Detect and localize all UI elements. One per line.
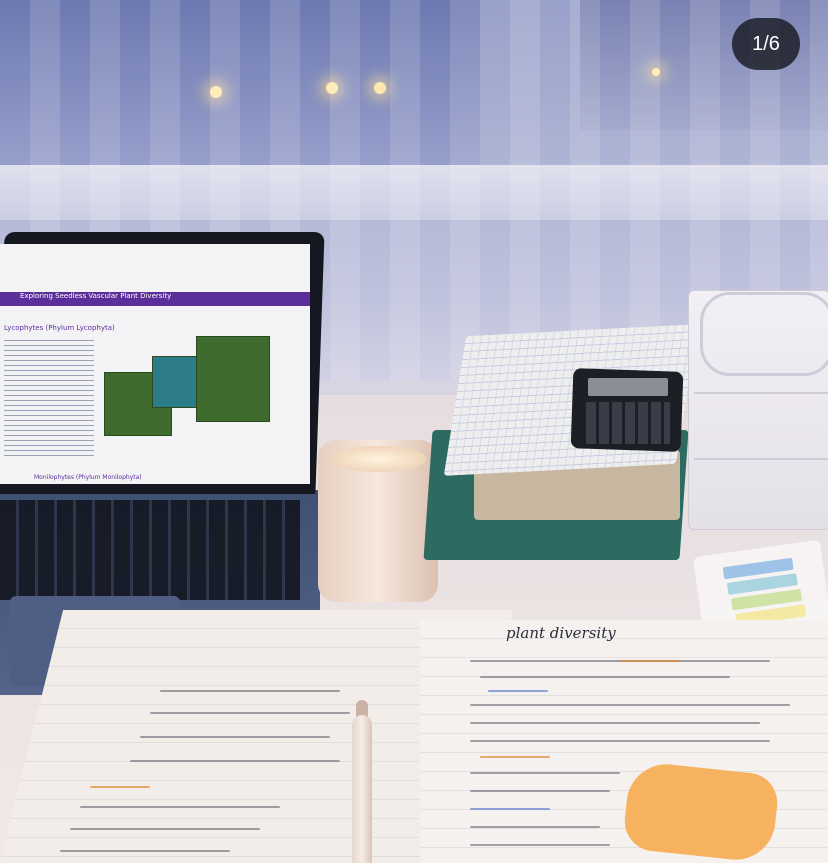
textbook-section-title: Exploring Seedless Vascular Plant Divers… xyxy=(20,292,172,300)
highlighted-word xyxy=(480,756,550,758)
gallery-counter: 1/6 xyxy=(732,18,800,70)
photo-scene: Exploring Seedless Vascular Plant Divers… xyxy=(0,0,828,863)
laptop-display: Exploring Seedless Vascular Plant Divers… xyxy=(0,244,310,484)
notes-heading: plant diversity xyxy=(506,624,616,642)
textbook-subsection-title: Lycophytes (Phylum Lycophyta) xyxy=(4,324,115,332)
handwriting-line xyxy=(470,844,610,846)
highlighted-word xyxy=(488,690,548,692)
calculator-screen xyxy=(588,378,668,396)
sticky-note xyxy=(621,760,781,863)
handwriting-line xyxy=(470,826,600,828)
pen xyxy=(352,715,372,863)
handwriting-line xyxy=(70,828,260,830)
handwriting-line xyxy=(480,676,730,678)
candle-flame-glow xyxy=(330,446,426,472)
highlighted-word xyxy=(470,808,550,810)
handwriting-line xyxy=(470,740,770,742)
handwriting-line xyxy=(140,736,330,738)
laptop-keyboard xyxy=(0,500,300,600)
drawer-divider xyxy=(694,458,828,460)
eyeglasses xyxy=(700,292,828,376)
handwriting-line xyxy=(130,760,340,762)
handwriting-line xyxy=(470,772,620,774)
drawer-divider xyxy=(694,392,828,394)
handwriting-line xyxy=(150,712,350,714)
handwriting-line xyxy=(470,722,760,724)
textbook-body-text xyxy=(4,340,94,460)
highlighted-word xyxy=(90,786,150,788)
handwriting-line xyxy=(60,850,230,852)
handwriting-line xyxy=(470,704,790,706)
calculator-keys xyxy=(586,402,670,444)
plant-photo xyxy=(152,356,202,408)
handwriting-line xyxy=(470,790,610,792)
textbook-subsection-title: Monilophytes (Phylum Monilophyta) xyxy=(34,474,142,481)
handwriting-line xyxy=(80,806,280,808)
plant-photo xyxy=(196,336,270,422)
handwriting-line xyxy=(160,690,340,692)
highlighted-word xyxy=(620,660,680,662)
